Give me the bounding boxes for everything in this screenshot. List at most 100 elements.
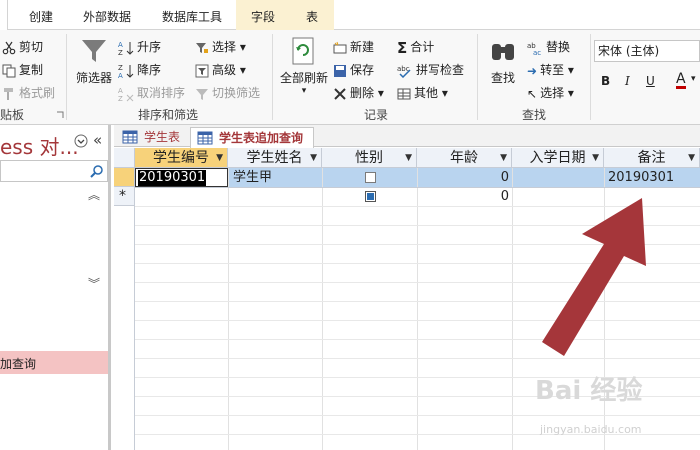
- student-name-cell[interactable]: 学生甲: [233, 168, 272, 187]
- chevron-down-icon[interactable]: ▾: [691, 74, 696, 84]
- font-name-select[interactable]: 宋体 (主体): [594, 40, 700, 62]
- chevron-down-icon[interactable]: ▼: [405, 148, 412, 168]
- tab-external-data[interactable]: 外部数据: [72, 0, 142, 30]
- cut-label: 剪切: [19, 40, 44, 54]
- chevron-double-up-icon[interactable]: ︽: [88, 186, 100, 203]
- column-header-label: 年龄: [450, 150, 478, 166]
- svg-text:Z: Z: [118, 49, 123, 56]
- chevron-down-icon[interactable]: ▼: [216, 148, 223, 168]
- selection-filter-button[interactable]: 选择 ▾: [195, 38, 246, 55]
- find-button[interactable]: 查找: [482, 36, 524, 86]
- column-header-enroll-date[interactable]: 入学日期 ▼: [512, 148, 604, 168]
- tab-fields[interactable]: 字段: [236, 0, 290, 30]
- separator: [590, 34, 591, 120]
- row-selector[interactable]: [114, 168, 135, 187]
- doc-tab-append-query[interactable]: 学生表追加查询: [190, 127, 314, 148]
- gender-checkbox[interactable]: [365, 172, 376, 183]
- column-header-age[interactable]: 年龄 ▼: [417, 148, 512, 168]
- enroll-date-cell[interactable]: [512, 168, 604, 187]
- remarks-cell[interactable]: 20190301: [608, 168, 674, 187]
- grid-line: [512, 168, 513, 450]
- gender-checkbox-new-row[interactable]: [365, 191, 376, 202]
- tab-table[interactable]: 表: [290, 0, 334, 30]
- column-header-label: 性别: [355, 150, 383, 166]
- chevron-down-icon[interactable]: ▼: [688, 148, 695, 168]
- collapse-pane-icon[interactable]: «: [93, 131, 102, 149]
- cut-button[interactable]: 剪切: [2, 38, 43, 55]
- chevron-down-icon[interactable]: ▼: [500, 148, 507, 168]
- column-header-gender[interactable]: 性别 ▼: [322, 148, 417, 168]
- ribbon-tab-partial[interactable]: [0, 0, 8, 30]
- age-cell[interactable]: 0: [417, 168, 509, 187]
- column-header-student-id[interactable]: 学生编号 ▼: [135, 148, 228, 168]
- row-selector-gutter: [114, 206, 135, 450]
- clipboard-group-label: 贴板: [0, 108, 25, 122]
- student-id-selected-text: 20190301: [138, 170, 207, 186]
- copy-icon: [2, 64, 16, 77]
- italic-button[interactable]: I: [625, 74, 630, 88]
- more-records-button[interactable]: 其他 ▾: [397, 84, 448, 101]
- nav-pane-title[interactable]: ess 对...: [0, 131, 79, 160]
- student-id-cell-editing[interactable]: 20190301: [135, 168, 228, 187]
- svg-text:Z: Z: [118, 64, 123, 72]
- advanced-filter-button[interactable]: 高级 ▾: [195, 61, 246, 78]
- column-header-student-name[interactable]: 学生姓名 ▼: [228, 148, 322, 168]
- spell-check-icon: abc: [397, 65, 411, 78]
- save-record-button[interactable]: 保存: [333, 61, 374, 78]
- nav-search-input[interactable]: [0, 160, 108, 182]
- svg-text:Z: Z: [118, 95, 123, 102]
- underline-button[interactable]: U: [646, 74, 655, 88]
- datasheet: 学生编号 ▼ 学生姓名 ▼ 性别 ▼ 年龄 ▼ 入学日期 ▼ 备注 ▼ * 20190301…: [114, 148, 700, 450]
- toggle-filter-button[interactable]: 切换筛选: [195, 84, 260, 101]
- font-color-button[interactable]: A: [676, 72, 686, 89]
- records-group-label: 记录: [364, 108, 389, 122]
- select-button[interactable]: ↖ 选择 ▾: [527, 84, 574, 101]
- doc-tab-student-table[interactable]: 学生表: [116, 127, 188, 148]
- baidu-watermark-url: jingyan.baidu.com: [540, 423, 642, 436]
- totals-button[interactable]: Σ 合计: [397, 38, 434, 57]
- toggle-filter-label: 切换筛选: [212, 86, 261, 100]
- dialog-launcher-icon[interactable]: [56, 111, 64, 119]
- grid-line: [417, 168, 418, 450]
- bold-button[interactable]: B: [601, 74, 610, 88]
- chevron-down-icon[interactable]: ▼: [592, 148, 599, 168]
- goto-label: 转至: [540, 63, 565, 77]
- selection-filter-label: 选择: [212, 40, 237, 54]
- delete-record-label: 删除: [350, 86, 375, 100]
- document-tab-bar: 学生表 学生表追加查询: [114, 125, 700, 148]
- filter-button[interactable]: 筛选器: [72, 36, 116, 86]
- tab-database-tools[interactable]: 数据库工具: [150, 0, 234, 30]
- replace-label: 替换: [546, 40, 571, 54]
- svg-text:ac: ac: [533, 49, 541, 55]
- spelling-button[interactable]: abc 拼写检查: [397, 61, 464, 78]
- goto-button[interactable]: ➜ 转至 ▾: [527, 61, 574, 78]
- chevron-double-down-icon[interactable]: ︾: [88, 275, 100, 292]
- format-painter-button[interactable]: 格式刷: [2, 84, 55, 101]
- checkbox-fill: [367, 193, 374, 200]
- copy-button[interactable]: 复制: [2, 61, 43, 78]
- table-icon: [197, 131, 213, 145]
- separator: [272, 34, 273, 120]
- replace-button[interactable]: ab ac 替换: [527, 38, 570, 55]
- separator: [477, 34, 478, 120]
- delete-record-button[interactable]: 删除 ▾: [333, 84, 384, 101]
- column-header-remarks[interactable]: 备注 ▼: [604, 148, 700, 168]
- grid-line: [135, 415, 700, 416]
- advanced-filter-icon: [195, 64, 209, 77]
- tab-create[interactable]: 创建: [18, 0, 64, 30]
- search-icon[interactable]: [90, 164, 104, 178]
- new-record-button[interactable]: 新建: [333, 38, 374, 55]
- age-cell-new-row[interactable]: 0: [417, 187, 509, 206]
- svg-text:A: A: [118, 41, 123, 49]
- red-arrow-annotation: [542, 198, 646, 356]
- clear-sort-button[interactable]: A Z 取消排序: [118, 84, 185, 102]
- select-all-corner[interactable]: [114, 148, 135, 168]
- refresh-all-button[interactable]: 全部刷新 ▾: [276, 36, 332, 96]
- sort-ascending-button[interactable]: A Z 升序: [118, 38, 161, 56]
- new-row-selector[interactable]: *: [114, 187, 135, 206]
- sort-descending-button[interactable]: Z A 降序: [118, 61, 161, 79]
- baidu-watermark: Bai 经验: [535, 376, 643, 406]
- nav-item-append-query[interactable]: 加查询: [0, 351, 108, 374]
- chevron-down-circle-icon[interactable]: [74, 134, 88, 148]
- chevron-down-icon[interactable]: ▼: [310, 148, 317, 168]
